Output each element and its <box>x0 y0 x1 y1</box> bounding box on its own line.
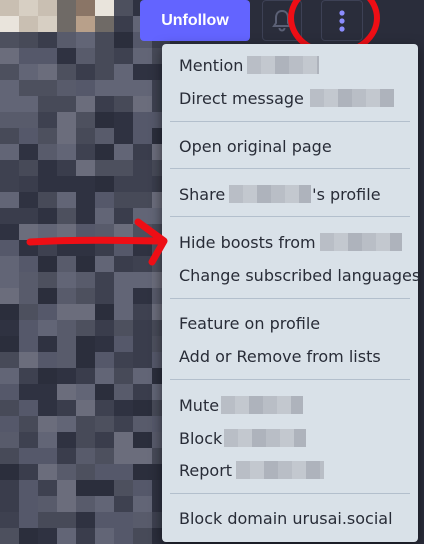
redacted-username <box>247 56 320 74</box>
menu-item-block[interactable]: Block <box>162 423 418 453</box>
menu-item-label-suffix: 's profile <box>312 184 381 204</box>
menu-item-hide-boosts[interactable]: Hide boosts from <box>162 227 418 257</box>
redacted-username <box>221 396 304 414</box>
menu-item-label: Report <box>179 460 233 480</box>
menu-item-label: Mute <box>179 395 220 415</box>
account-dropdown-menu: Mention Direct message Open original pag… <box>162 44 421 542</box>
menu-item-direct-message[interactable]: Direct message <box>162 83 418 113</box>
menu-divider <box>170 379 410 380</box>
menu-item-feature-on-profile[interactable]: Feature on profile <box>162 308 418 338</box>
bell-icon <box>272 9 292 31</box>
menu-divider <box>170 493 410 494</box>
menu-item-label: Direct message <box>179 88 304 108</box>
menu-item-label: Open original page <box>179 136 332 156</box>
redacted-username <box>319 233 402 251</box>
menu-item-open-original[interactable]: Open original page <box>162 131 418 161</box>
menu-divider <box>170 168 410 169</box>
menu-item-label: Change subscribed languages <box>179 265 421 285</box>
menu-item-share-profile[interactable]: Share 's profile <box>162 179 418 209</box>
menu-item-lists[interactable]: Add or Remove from lists <box>162 341 418 371</box>
redacted-username <box>229 185 312 203</box>
menu-item-label: Feature on profile <box>179 313 321 333</box>
menu-divider <box>170 298 410 299</box>
menu-item-report[interactable]: Report <box>162 455 418 485</box>
menu-divider <box>170 121 410 122</box>
menu-item-mention[interactable]: Mention <box>162 50 418 80</box>
redacted-username <box>236 461 325 479</box>
menu-item-change-languages[interactable]: Change subscribed languages <box>162 260 421 290</box>
menu-item-block-domain[interactable]: Block domain urusai.social <box>162 503 418 533</box>
account-actions-bar: Unfollow <box>0 0 424 44</box>
notify-bell-button[interactable] <box>262 0 302 41</box>
menu-item-label: Block <box>179 428 223 448</box>
menu-item-label: Share <box>179 184 226 204</box>
menu-item-label: Add or Remove from lists <box>179 346 381 366</box>
ellipsis-vertical-icon <box>339 9 345 32</box>
unfollow-button[interactable]: Unfollow <box>140 0 250 41</box>
redacted-username <box>309 89 394 107</box>
more-options-button[interactable] <box>321 0 363 41</box>
menu-item-label: Hide boosts from <box>179 232 316 252</box>
menu-item-label: Mention <box>179 55 244 75</box>
blurred-profile-background <box>0 0 170 544</box>
menu-divider <box>170 216 410 217</box>
menu-item-label: Block domain urusai.social <box>179 508 393 528</box>
redacted-username <box>224 429 307 447</box>
menu-item-mute[interactable]: Mute <box>162 390 418 420</box>
